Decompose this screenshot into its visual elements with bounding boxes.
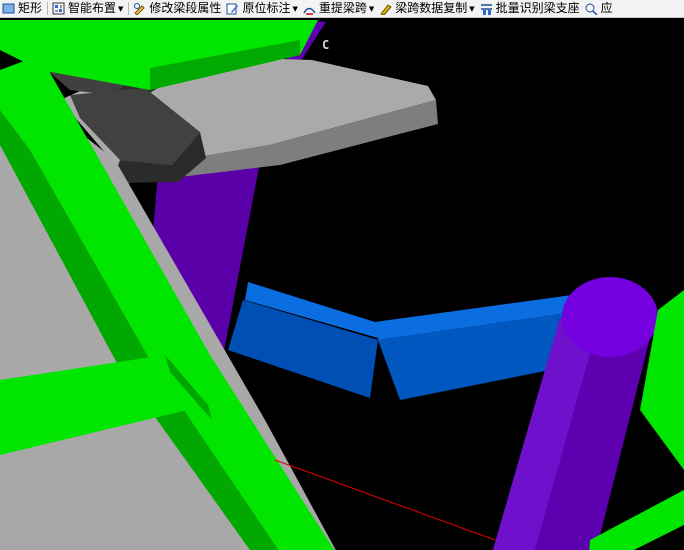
toolbar-batch-identify-support-label: 批量识别梁支座 — [495, 1, 580, 15]
chevron-down-icon[interactable]: ▼ — [369, 5, 374, 13]
toolbar-re-extract-span-button[interactable]: 重提梁跨 ▼ — [301, 0, 377, 17]
chevron-down-icon[interactable]: ▼ — [292, 5, 297, 13]
round-column-top[interactable] — [562, 277, 658, 357]
edit-beam-segment-icon — [133, 2, 146, 16]
beam-toolbar: 矩形 智能布置 ▼ 修改梁段属性 原位标注 ▼ 重提梁跨 ▼ 梁跨数据复制 ▼ — [0, 0, 684, 18]
toolbar-separator — [128, 2, 130, 15]
in-place-annotation-icon — [226, 2, 239, 15]
toolbar-rectangle-label: 矩形 — [18, 1, 43, 15]
toolbar-batch-identify-support-button[interactable]: 批量识别梁支座 — [478, 0, 583, 17]
copy-span-data-icon — [379, 2, 393, 16]
axis-label: C — [322, 38, 330, 52]
toolbar-smart-layout-label: 智能布置 — [68, 1, 117, 15]
toolbar-smart-layout-button[interactable]: 智能布置 ▼ — [50, 0, 126, 17]
rectangle-icon — [2, 2, 15, 15]
toolbar-in-place-annotation-button[interactable]: 原位标注 ▼ — [224, 0, 300, 17]
toolbar-apply-label: 应 — [600, 1, 613, 15]
toolbar-separator — [47, 2, 49, 15]
apply-icon — [585, 2, 598, 16]
chevron-down-icon[interactable]: ▼ — [469, 5, 474, 13]
toolbar-apply-button[interactable]: 应 — [583, 0, 616, 17]
toolbar-edit-beam-segment-label: 修改梁段属性 — [149, 1, 222, 15]
toolbar-copy-span-data-label: 梁跨数据复制 — [395, 1, 468, 15]
batch-identify-support-icon — [480, 2, 493, 15]
toolbar-in-place-annotation-label: 原位标注 — [242, 1, 291, 15]
toolbar-rectangle-button[interactable]: 矩形 — [0, 0, 45, 17]
3d-model-scene — [0, 17, 684, 550]
toolbar-copy-span-data-button[interactable]: 梁跨数据复制 ▼ — [377, 0, 477, 17]
toolbar-edit-beam-segment-button[interactable]: 修改梁段属性 — [131, 0, 224, 17]
smart-layout-icon — [52, 2, 65, 15]
toolbar-re-extract-span-label: 重提梁跨 — [318, 1, 367, 15]
re-extract-span-icon — [303, 2, 316, 15]
3d-viewport[interactable]: C — [0, 17, 684, 550]
chevron-down-icon[interactable]: ▼ — [118, 5, 123, 13]
